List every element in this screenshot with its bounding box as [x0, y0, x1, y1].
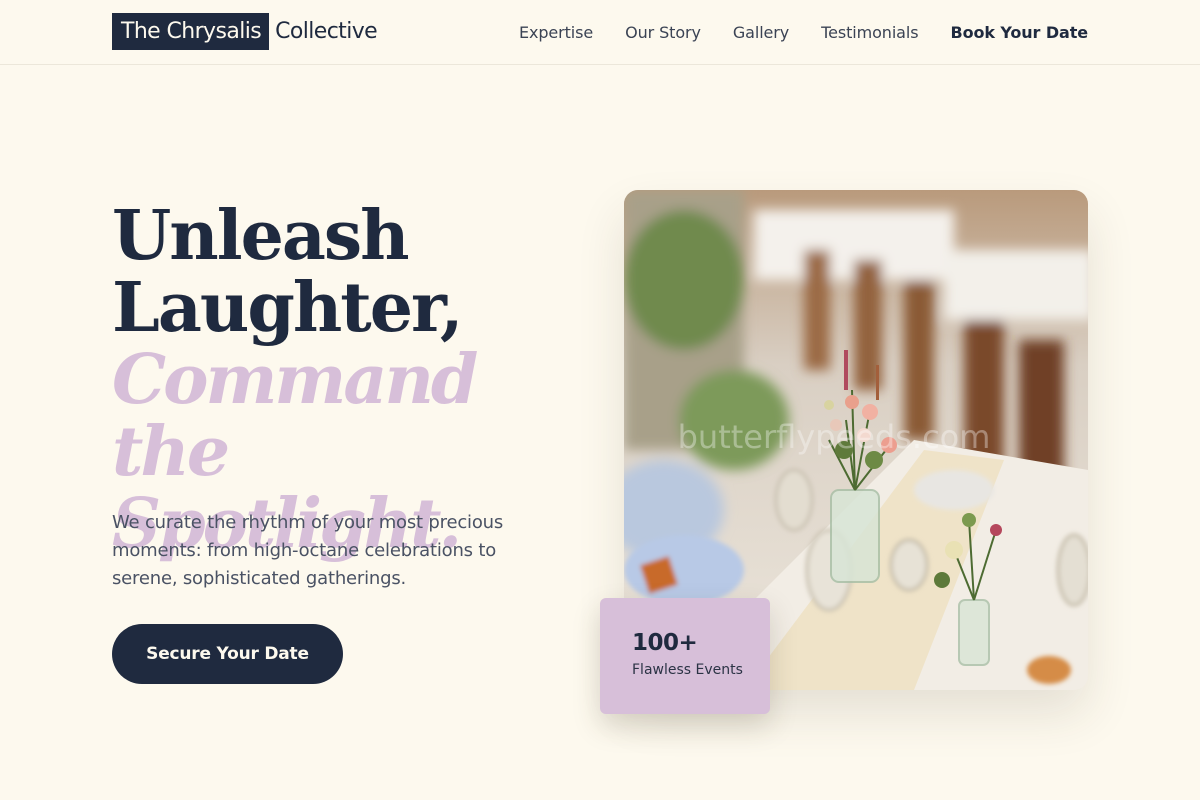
secure-your-date-button[interactable]: Secure Your Date	[112, 624, 343, 684]
site-header: The Chrysalis Collective Expertise Our S…	[0, 0, 1200, 65]
photo-watermark: butterflypeeds.com	[678, 418, 991, 456]
hero-subtext: We curate the rhythm of your most precio…	[112, 512, 504, 589]
nav-book-your-date[interactable]: Book Your Date	[950, 23, 1088, 42]
headline-line-1: Unleash	[112, 196, 410, 276]
main-nav: Expertise Our Story Gallery Testimonials…	[519, 0, 1088, 64]
headline-line-2: Laughter,	[112, 268, 464, 348]
headline-accent-line-1: Command the	[112, 340, 478, 492]
logo-boxed-text: The Chrysalis	[112, 13, 270, 50]
nav-expertise[interactable]: Expertise	[519, 23, 593, 42]
nav-our-story[interactable]: Our Story	[625, 23, 701, 42]
hero-headline: Unleash Laughter, Command the Spotlight.	[112, 200, 592, 560]
site-logo[interactable]: The Chrysalis Collective	[112, 13, 378, 50]
logo-text: Collective	[275, 19, 378, 44]
stat-card: 100+ Flawless Events	[600, 598, 770, 714]
stat-number: 100+	[632, 630, 698, 656]
nav-gallery[interactable]: Gallery	[733, 23, 789, 42]
nav-testimonials[interactable]: Testimonials	[821, 23, 918, 42]
stat-label: Flawless Events	[632, 662, 743, 678]
